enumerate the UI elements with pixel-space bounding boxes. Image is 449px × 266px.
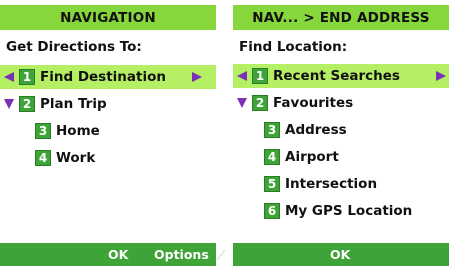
menu-item-find-destination[interactable]: 1 Find Destination <box>0 65 216 89</box>
left-arrow-icon[interactable] <box>234 64 250 88</box>
menu-item-label: Favourites <box>273 95 354 111</box>
number-badge: 1 <box>19 69 35 85</box>
menu-item-label: Intersection <box>285 176 378 192</box>
menu-item-plan-trip[interactable]: 2 Plan Trip <box>0 92 216 116</box>
menu-item-label: Airport <box>285 149 339 165</box>
menu-item-recent-searches[interactable]: 1 Recent Searches <box>233 64 449 88</box>
left-arrow-icon[interactable] <box>1 65 17 89</box>
number-badge: 1 <box>252 68 268 84</box>
menu-item-label: My GPS Location <box>285 203 413 219</box>
end-address-screen: NAV... > END ADDRESS Find Location: 1 Re… <box>233 0 449 266</box>
softkey-bar: OK <box>233 243 449 266</box>
expand-down-icon <box>1 92 17 116</box>
prompt-label: Find Location: <box>239 39 348 55</box>
screen-title: NAV... > END ADDRESS <box>233 5 449 30</box>
screen-title: NAVIGATION <box>0 5 216 30</box>
menu-item-my-gps-location[interactable]: 6 My GPS Location <box>233 199 449 223</box>
menu-item-intersection[interactable]: 5 Intersection <box>233 172 449 196</box>
ok-softkey[interactable]: OK <box>330 247 350 262</box>
number-badge: 2 <box>19 96 35 112</box>
menu-item-home[interactable]: 3 Home <box>0 119 216 143</box>
menu-item-label: Recent Searches <box>273 68 400 84</box>
navigation-screen: NAVIGATION Get Directions To: 1 Find Des… <box>0 0 226 266</box>
menu-item-label: Find Destination <box>40 69 166 85</box>
number-badge: 2 <box>252 95 268 111</box>
menu-item-airport[interactable]: 4 Airport <box>233 145 449 169</box>
menu-item-favourites[interactable]: 2 Favourites <box>233 91 449 115</box>
number-badge: 3 <box>35 123 51 139</box>
options-softkey[interactable]: Options <box>154 247 209 262</box>
expand-down-icon <box>234 91 250 115</box>
right-arrow-icon[interactable] <box>434 64 448 88</box>
menu-item-label: Home <box>56 123 100 139</box>
number-badge: 6 <box>264 203 280 219</box>
menu-item-label: Plan Trip <box>40 96 107 112</box>
number-badge: 4 <box>35 150 51 166</box>
menu-item-label: Work <box>56 150 96 166</box>
softkey-bar: OK Options <box>0 243 226 266</box>
number-badge: 4 <box>264 149 280 165</box>
ok-softkey[interactable]: OK <box>108 247 128 262</box>
number-badge: 5 <box>264 176 280 192</box>
number-badge: 3 <box>264 122 280 138</box>
menu-item-work[interactable]: 4 Work <box>0 146 216 170</box>
menu-item-label: Address <box>285 122 347 138</box>
right-arrow-icon[interactable] <box>190 65 204 89</box>
prompt-label: Get Directions To: <box>6 39 142 55</box>
menu-item-address[interactable]: 3 Address <box>233 118 449 142</box>
